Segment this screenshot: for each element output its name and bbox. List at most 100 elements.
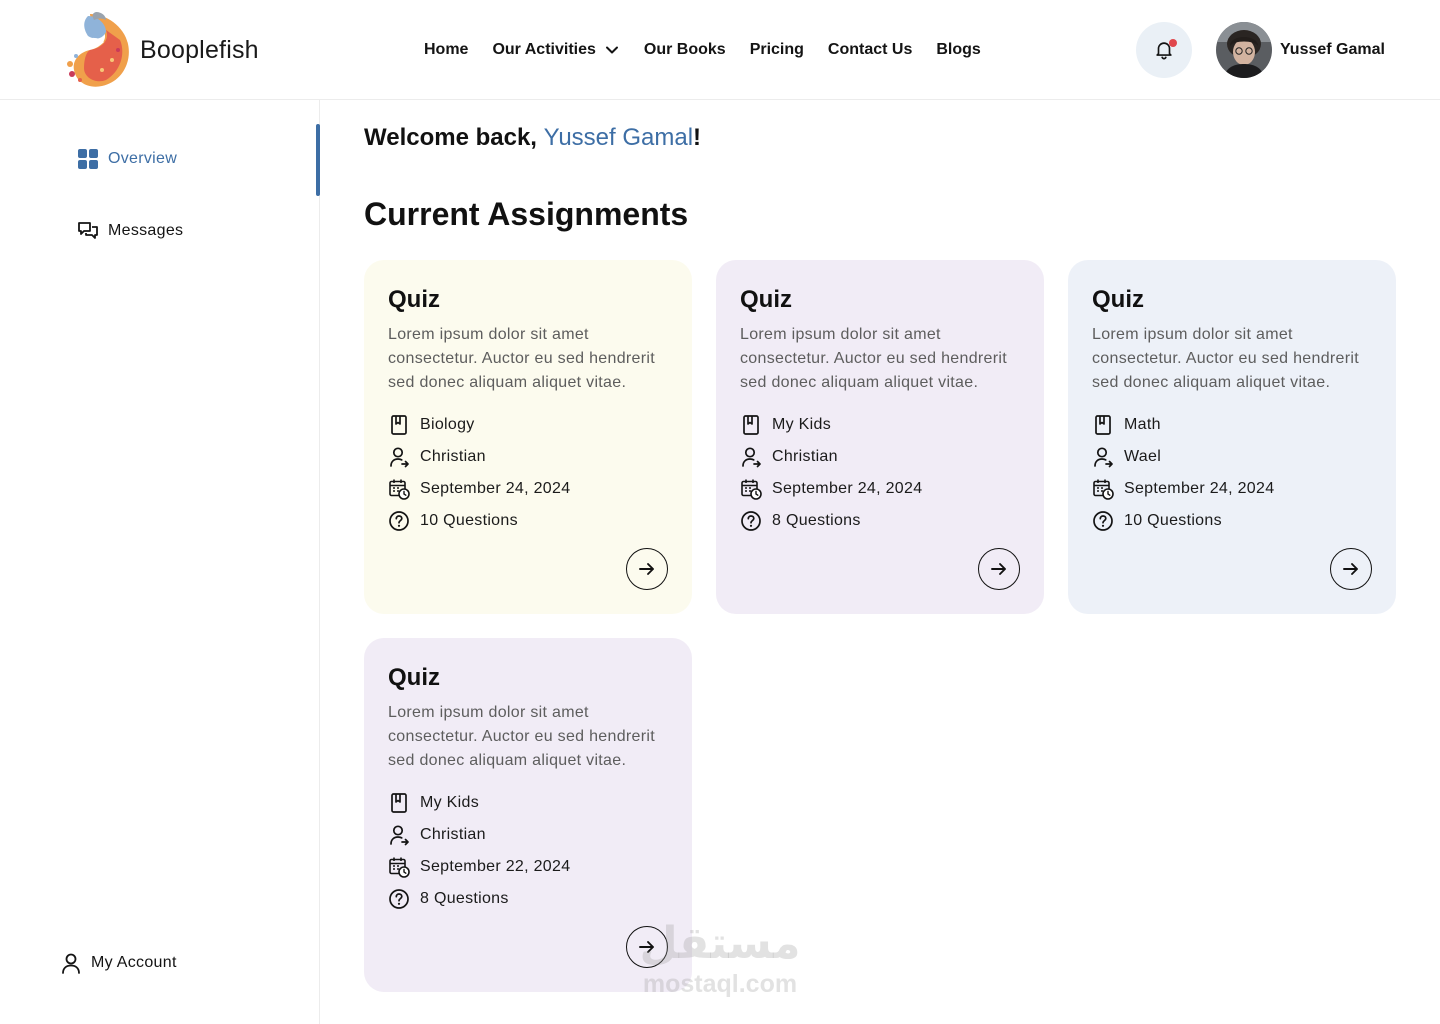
nav-pricing[interactable]: Pricing [750, 41, 804, 59]
nav-home-label: Home [424, 41, 469, 58]
assignment-card: Quiz Lorem ipsum dolor sit amet consecte… [716, 260, 1044, 614]
user-arrow-icon [390, 825, 409, 846]
card-meta: Biology Christian September 24, 2024 10 … [388, 409, 668, 537]
top-header: Booplefish Home Our Activities Our Books… [0, 0, 1440, 100]
card-teacher-text: Christian [420, 826, 486, 843]
section-title: Current Assignments [364, 196, 689, 232]
calendar-clock-icon [389, 857, 410, 878]
card-meta: My Kids Christian September 22, 2024 8 Q… [388, 787, 668, 915]
card-description: Lorem ipsum dolor sit amet consectetur. … [1092, 326, 1359, 391]
card-teacher: Wael [1092, 441, 1372, 473]
question-circle-icon [741, 511, 761, 531]
welcome-prefix: Welcome back, [364, 124, 544, 151]
active-indicator [316, 124, 320, 196]
user-arrow-icon [742, 447, 761, 468]
card-teacher-text: Christian [420, 448, 486, 465]
card-subject: My Kids [740, 409, 1020, 441]
nav-blogs[interactable]: Blogs [936, 41, 980, 59]
nav-our-activities-label: Our Activities [492, 41, 596, 58]
nav-blogs-label: Blogs [936, 41, 981, 58]
card-teacher: Christian [388, 441, 668, 473]
open-assignment-button[interactable] [978, 548, 1020, 590]
card-date: September 24, 2024 [740, 473, 1020, 505]
arrow-right-icon [639, 941, 654, 953]
card-meta: Math Wael September 24, 2024 10 Question… [1092, 409, 1372, 537]
assignment-card: Quiz Lorem ipsum dolor sit amet consecte… [364, 638, 692, 992]
card-questions-text: 8 Questions [772, 512, 861, 529]
card-teacher: Christian [388, 819, 668, 851]
book-icon [1095, 415, 1111, 435]
card-questions: 8 Questions [388, 883, 668, 915]
card-date: September 22, 2024 [388, 851, 668, 883]
arrow-right-icon [1343, 563, 1358, 575]
card-questions-text: 8 Questions [420, 890, 509, 907]
card-title: Quiz [740, 286, 792, 313]
card-teacher-text: Christian [772, 448, 838, 465]
nav-contact-us[interactable]: Contact Us [828, 41, 912, 59]
notifications-button[interactable] [1136, 22, 1192, 78]
nav-our-books[interactable]: Our Books [644, 41, 726, 59]
avatar [1216, 22, 1272, 78]
chat-icon [78, 222, 98, 239]
card-description: Lorem ipsum dolor sit amet consectetur. … [388, 704, 655, 769]
card-meta: My Kids Christian September 24, 2024 8 Q… [740, 409, 1020, 537]
card-subject: Math [1092, 409, 1372, 441]
card-description: Lorem ipsum dolor sit amet consectetur. … [740, 326, 1007, 391]
card-questions-text: 10 Questions [1124, 512, 1222, 529]
calendar-clock-icon [741, 479, 762, 500]
card-date-text: September 24, 2024 [1124, 480, 1275, 497]
nav-home[interactable]: Home [424, 41, 468, 59]
card-title: Quiz [1092, 286, 1144, 313]
card-date-text: September 24, 2024 [772, 480, 923, 497]
open-assignment-button[interactable] [1330, 548, 1372, 590]
brand-name: Booplefish [140, 35, 259, 64]
welcome-heading: Welcome back, Yussef Gamal! [364, 124, 701, 152]
card-questions: 10 Questions [388, 505, 668, 537]
arrow-right-icon [639, 563, 654, 575]
booplefish-logo-icon [67, 12, 129, 87]
card-questions: 8 Questions [740, 505, 1020, 537]
arrow-right-icon [991, 563, 1006, 575]
welcome-suffix: ! [693, 124, 702, 151]
user-menu[interactable]: Yussef Gamal [1216, 22, 1385, 78]
card-questions: 10 Questions [1092, 505, 1372, 537]
book-icon [743, 415, 759, 435]
card-subject: My Kids [388, 787, 668, 819]
book-icon [391, 415, 407, 435]
card-subject-text: Math [1124, 416, 1161, 433]
card-teacher: Christian [740, 441, 1020, 473]
nav-pricing-label: Pricing [749, 41, 804, 58]
nav-our-activities[interactable]: Our Activities [492, 41, 619, 59]
card-date-text: September 22, 2024 [420, 858, 571, 875]
card-subject-text: My Kids [772, 416, 831, 433]
nav-contact-us-label: Contact Us [827, 41, 913, 58]
assignment-card: Quiz Lorem ipsum dolor sit amet consecte… [364, 260, 692, 614]
user-arrow-icon [390, 447, 409, 468]
sidebar-item-label: Messages [108, 222, 184, 239]
open-assignment-button[interactable] [626, 926, 668, 968]
grid-icon [78, 149, 98, 169]
sidebar: Overview Messages My Account [0, 100, 320, 1024]
card-questions-text: 10 Questions [420, 512, 518, 529]
question-circle-icon [389, 511, 409, 531]
card-subject-text: Biology [420, 416, 475, 433]
card-date: September 24, 2024 [388, 473, 668, 505]
sidebar-item-my-account[interactable]: My Account [60, 952, 177, 974]
card-teacher-text: Wael [1124, 448, 1162, 465]
sidebar-item-messages[interactable]: Messages [77, 220, 183, 242]
chevron-down-icon [605, 46, 618, 54]
card-title: Quiz [388, 286, 440, 313]
welcome-user-name: Yussef Gamal [543, 124, 694, 151]
card-description: Lorem ipsum dolor sit amet consectetur. … [388, 326, 655, 391]
sidebar-item-label: My Account [91, 954, 177, 971]
sidebar-item-overview[interactable]: Overview [77, 148, 177, 170]
open-assignment-button[interactable] [626, 548, 668, 590]
card-subject: Biology [388, 409, 668, 441]
user-name: Yussef Gamal [1280, 41, 1385, 58]
card-subject-text: My Kids [420, 794, 479, 811]
calendar-clock-icon [1093, 479, 1114, 500]
card-title: Quiz [388, 664, 440, 691]
brand-home-link[interactable]: Booplefish [62, 10, 259, 90]
calendar-clock-icon [389, 479, 410, 500]
main-nav: Home Our Activities Our Books Pricing Co… [424, 0, 981, 100]
